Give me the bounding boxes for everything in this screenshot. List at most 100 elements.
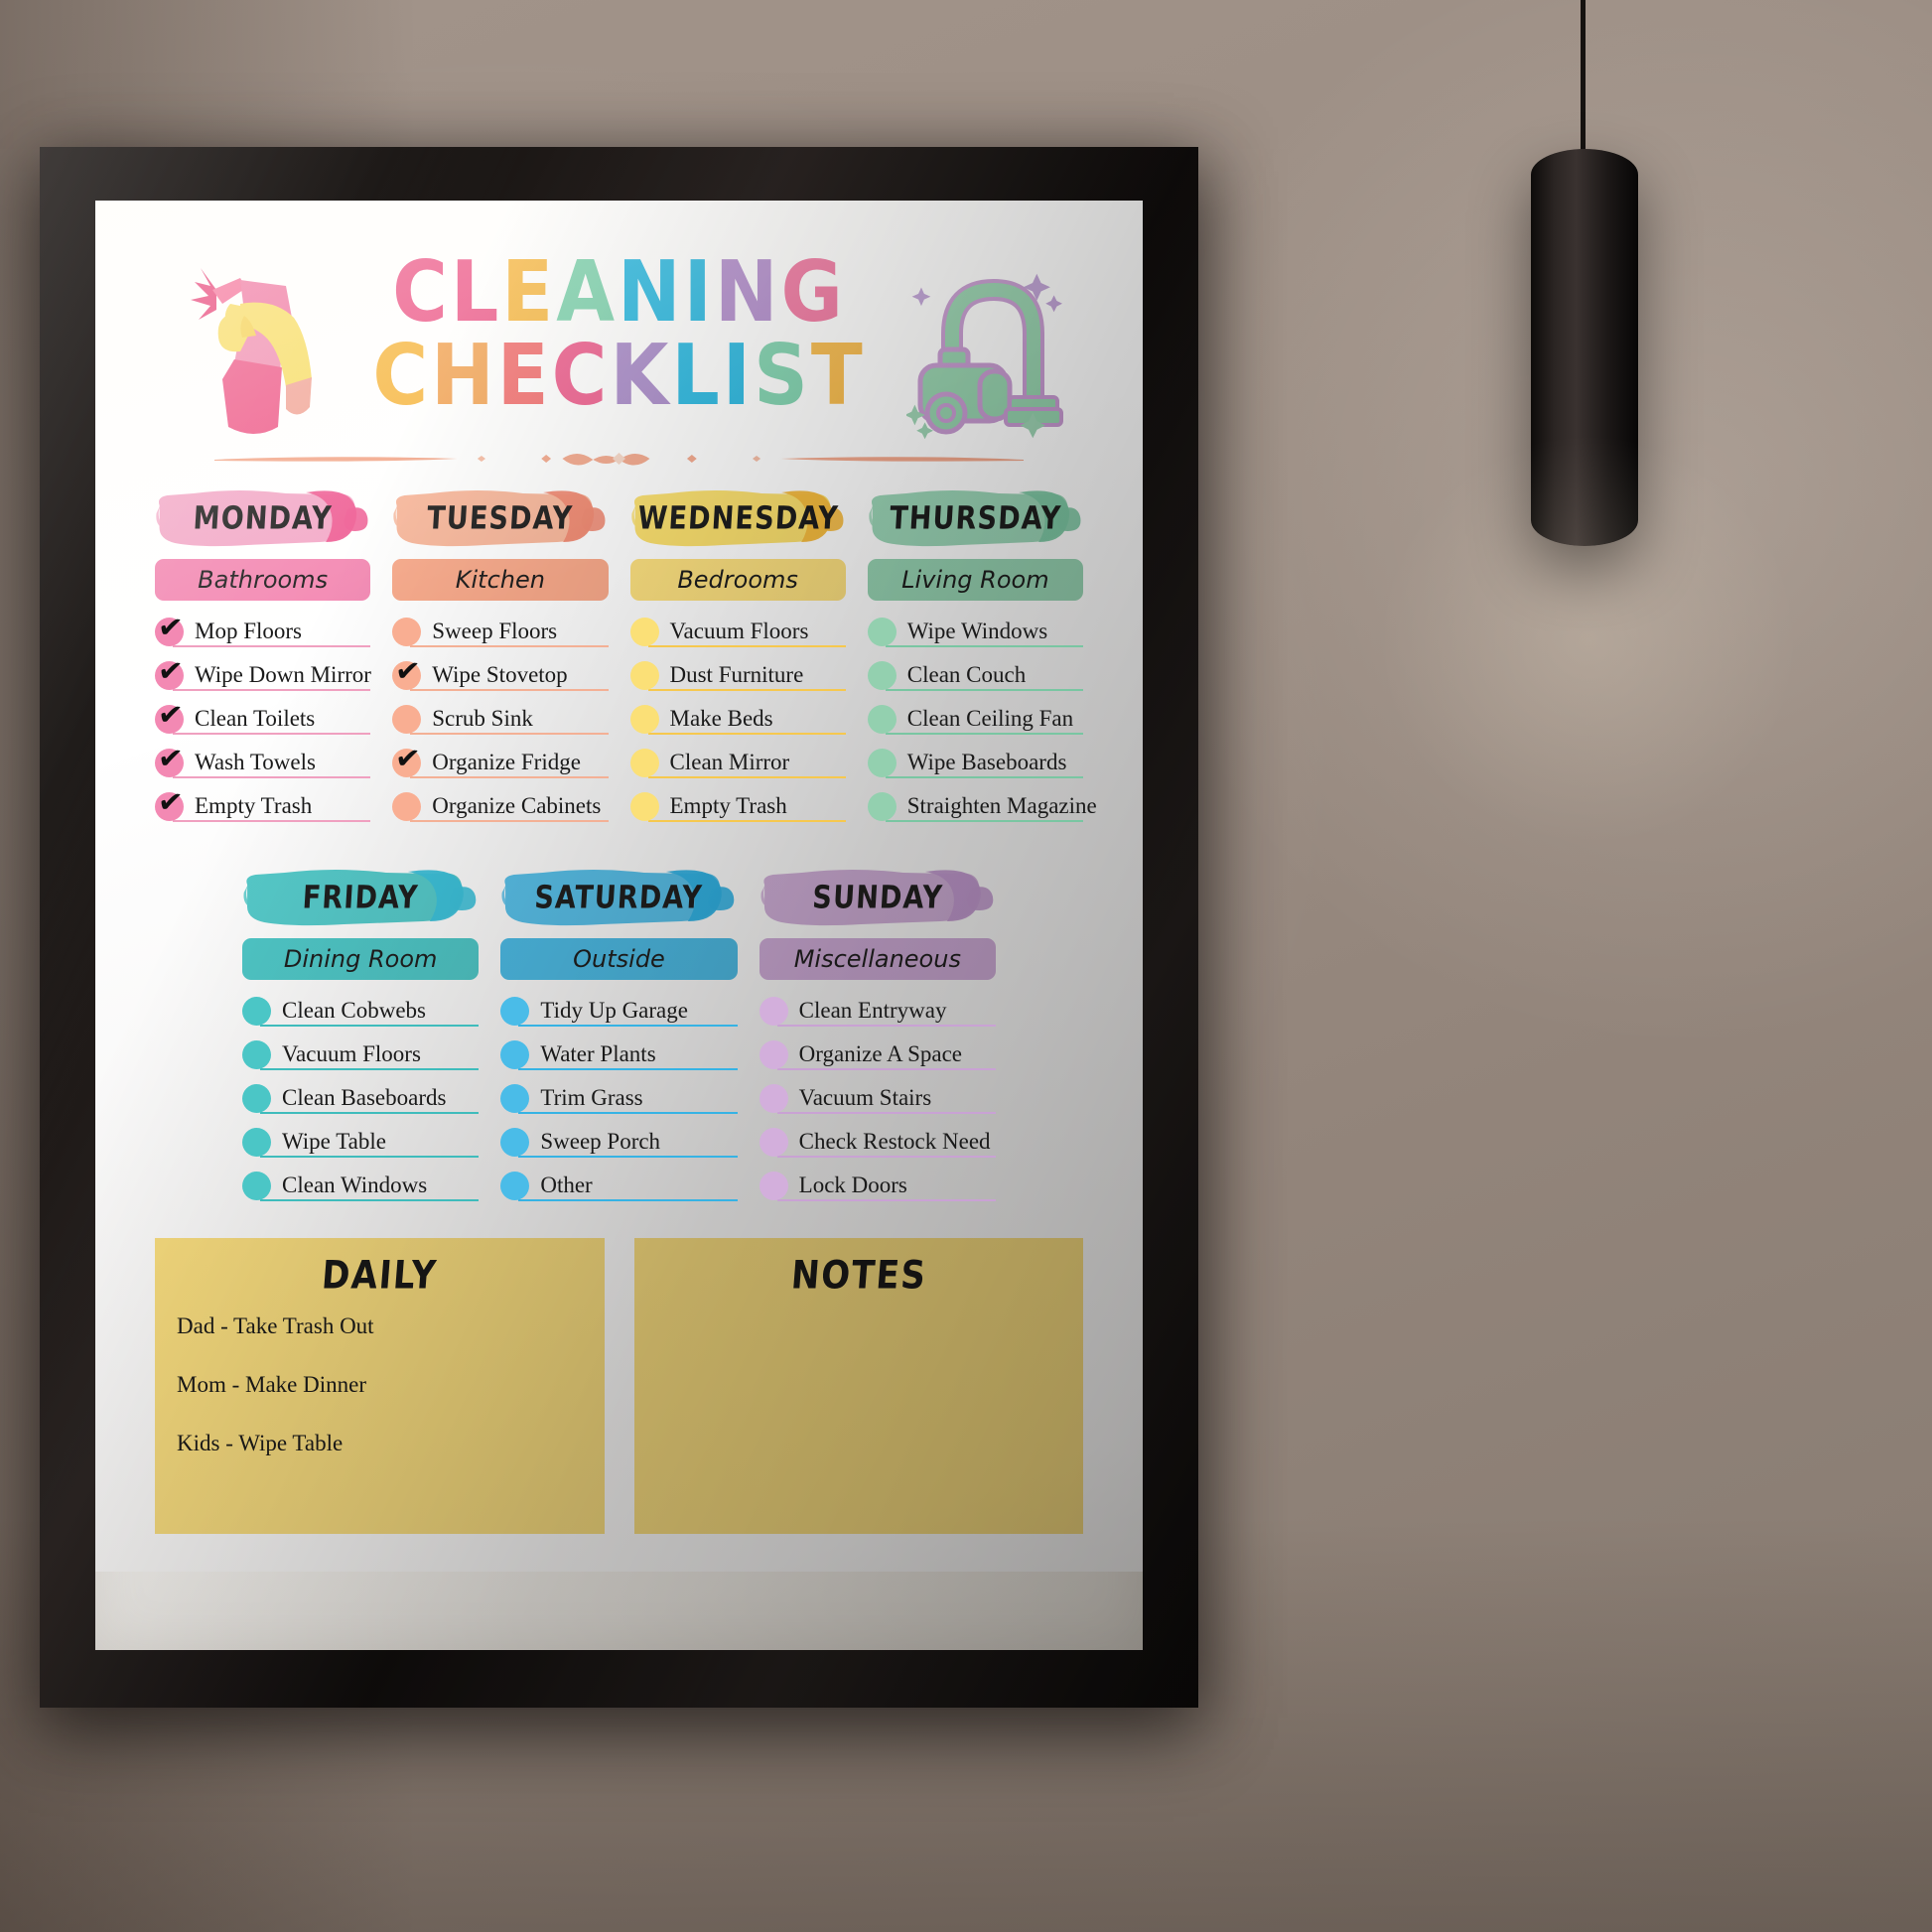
task-row[interactable]: Clean Windows [242,1169,480,1202]
task-row[interactable]: ✔ Wipe Stovetop [392,653,609,692]
checkbox-empty[interactable] [759,1083,788,1113]
task-row[interactable]: ✔ Clean Toilets [155,697,371,736]
checkbox-checked[interactable]: ✔ [155,784,185,821]
checkbox-checked[interactable]: ✔ [155,610,185,646]
task-row[interactable]: Empty Trash [629,789,846,823]
task-row[interactable]: Lock Doors [759,1169,996,1202]
task-row[interactable]: Wipe Baseboards [867,746,1083,779]
check-icon: ✔ [156,740,185,778]
checkbox-empty[interactable] [759,1171,788,1200]
checkbox-empty[interactable] [867,660,897,690]
checkbox-empty[interactable] [867,704,897,734]
task-underline [173,689,371,691]
checkbox-checked[interactable]: ✔ [155,697,185,734]
checkbox-checked[interactable]: ✔ [392,653,422,690]
task-row[interactable]: Wipe Windows [867,615,1083,648]
task-row[interactable]: ✔ Wipe Down Mirror [155,653,371,692]
checkbox-empty[interactable] [759,1127,788,1157]
task-row[interactable]: Tidy Up Garage [500,994,738,1028]
title-line-2: CHECKLIST [155,333,1083,417]
checkbox-empty[interactable] [759,1039,788,1069]
checkbox-empty[interactable] [629,660,659,690]
checkbox-empty[interactable] [629,704,659,734]
task-underline [260,1156,480,1158]
checkbox-empty[interactable] [500,996,530,1026]
task-underline [885,689,1083,691]
checkbox-checked[interactable]: ✔ [155,741,185,777]
title-letter: N [618,241,684,342]
task-row[interactable]: Clean Baseboards [242,1081,480,1115]
task-row[interactable]: Organize Cabinets [392,789,609,823]
room-banner: Living Room [867,559,1083,601]
daily-box[interactable]: DAILY Dad - Take Trash Out Mom - Make Dinn… [155,1238,605,1534]
room-banner: Bathrooms [155,559,371,601]
checkbox-empty[interactable] [500,1083,530,1113]
task-row[interactable]: Water Plants [500,1037,738,1071]
checkbox-empty[interactable] [500,1127,530,1157]
day-header-brush: WEDNESDAY [630,487,846,549]
notes-box-title: NOTES [788,1253,928,1299]
checkbox-empty[interactable] [242,1127,271,1157]
task-row[interactable]: Wipe Table [242,1125,480,1159]
task-row[interactable]: ✔ Mop Floors [155,610,371,648]
task-row[interactable]: Vacuum Floors [629,615,846,648]
task-row[interactable]: Other [500,1169,738,1202]
task-underline [410,689,609,691]
task-row[interactable]: Vacuum Floors [242,1037,480,1071]
task-row[interactable]: ✔ Organize Fridge [392,741,609,779]
checkbox-empty[interactable] [867,748,897,777]
checkbox-empty[interactable] [500,1171,530,1200]
task-row[interactable]: Clean Cobwebs [242,994,480,1028]
title-letter: E [496,325,552,425]
checkbox-empty[interactable] [242,996,271,1026]
task-row[interactable]: Sweep Floors [392,615,609,648]
page-title: CLEANING CHECKLIST [155,249,1083,421]
task-label: Clean Entryway [798,998,947,1023]
checkbox-empty[interactable] [392,704,422,734]
day-header-brush: MONDAY [155,487,370,549]
day-header-brush: THURSDAY [868,487,1083,549]
task-row[interactable]: Clean Ceiling Fan [867,702,1083,736]
task-row[interactable]: Clean Couch [867,658,1083,692]
task-row[interactable]: Vacuum Stairs [759,1081,996,1115]
checkbox-empty[interactable] [629,791,659,821]
checkbox-checked[interactable]: ✔ [392,741,422,777]
task-label: Wipe Table [282,1129,386,1154]
decorative-divider [214,447,1024,471]
task-row[interactable]: Straighten Magazine [867,789,1097,823]
task-row[interactable]: Dust Furniture [629,658,846,692]
task-label: Check Restock Need [798,1129,991,1154]
checkbox-empty[interactable] [392,791,422,821]
daily-box-title: DAILY [320,1253,440,1299]
task-row[interactable]: Scrub Sink [392,702,609,736]
task-underline [518,1199,738,1201]
task-row[interactable]: ✔ Wash Towels [155,741,371,779]
task-row[interactable]: Organize A Space [759,1037,996,1071]
notes-box[interactable]: NOTES [633,1238,1083,1534]
check-icon: ✔ [156,696,185,735]
task-row[interactable]: Sweep Porch [500,1125,738,1159]
checkbox-empty[interactable] [867,617,897,646]
checkbox-checked[interactable]: ✔ [155,653,185,690]
checkbox-empty[interactable] [629,748,659,777]
check-icon: ✔ [156,652,185,691]
day-name: WEDNESDAY [635,499,840,537]
checkbox-empty[interactable] [759,996,788,1026]
checkbox-empty[interactable] [500,1039,530,1069]
poster-header: CLEANING CHECKLIST [155,249,1083,476]
title-letter: N [714,241,781,342]
checkbox-empty[interactable] [629,617,659,646]
task-row[interactable]: Trim Grass [500,1081,738,1115]
checkbox-empty[interactable] [392,617,422,646]
checkbox-empty[interactable] [867,791,897,821]
checkbox-empty[interactable] [242,1083,271,1113]
room-banner: Dining Room [242,938,480,980]
checkbox-empty[interactable] [242,1171,271,1200]
task-row[interactable]: ✔ Empty Trash [155,784,371,823]
room-banner: Miscellaneous [759,938,996,980]
task-row[interactable]: Make Beds [629,702,846,736]
task-row[interactable]: Clean Mirror [629,746,846,779]
task-row[interactable]: Check Restock Need [759,1125,996,1159]
checkbox-empty[interactable] [242,1039,271,1069]
task-row[interactable]: Clean Entryway [759,994,996,1028]
